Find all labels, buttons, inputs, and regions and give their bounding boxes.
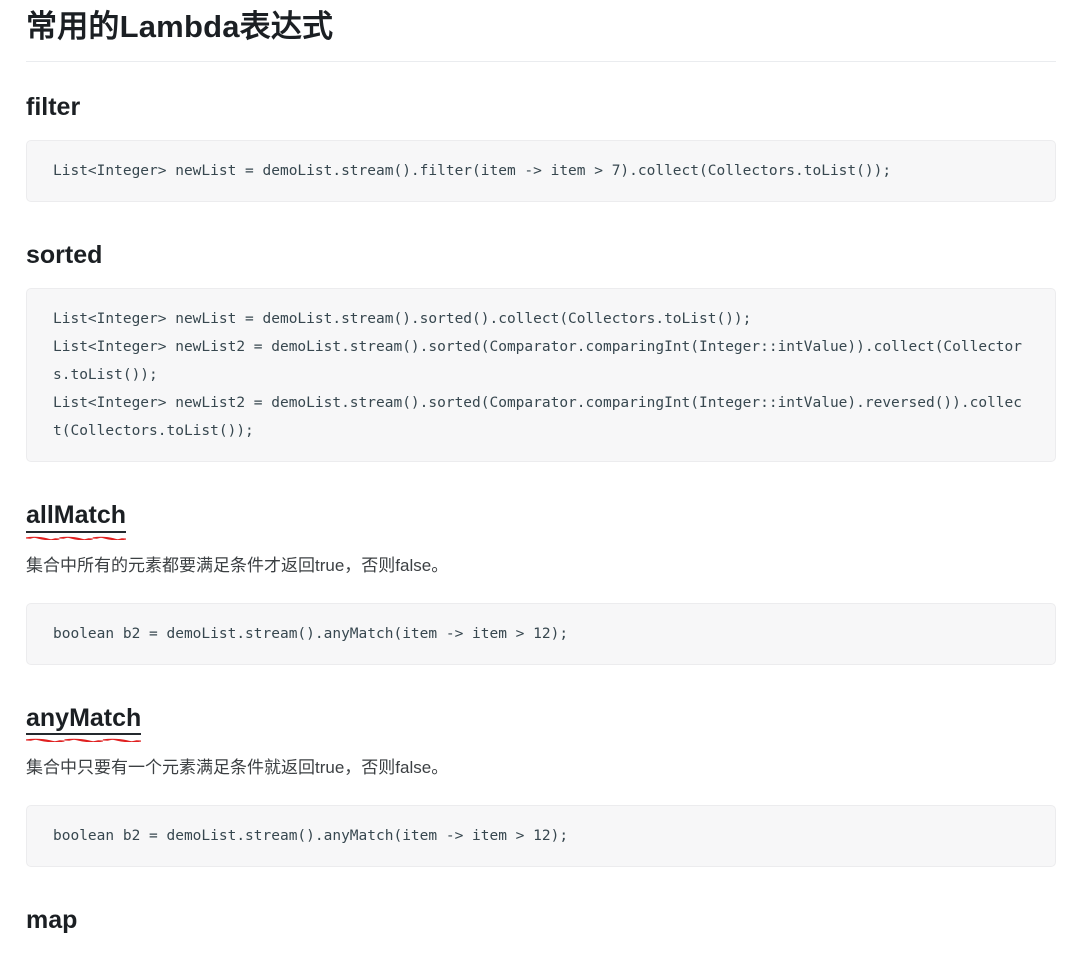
code-block[interactable]: List<Integer> newList = demoList.stream(… [26,140,1056,202]
section-filter: filter List<Integer> newList = demoList.s… [26,92,1056,202]
section-allmatch: allMatch 集合中所有的元素都要满足条件才返回true，否则false。 bo… [26,500,1056,665]
section-heading-anymatch: anyMatch [26,703,1056,742]
section-heading-label: allMatch [26,501,127,530]
section-heading-map: map [26,905,1056,936]
code-block[interactable]: boolean b2 = demoList.stream().anyMatch(… [26,805,1056,868]
document-page: 常用的Lambda表达式 filter List<Integer> newList… [0,0,1082,936]
section-heading-label: anyMatch [26,703,142,732]
section-anymatch: anyMatch 集合中只要有一个元素满足条件就返回true，否则false。 bo… [26,703,1056,868]
code-text: List<Integer> newList = demoList.stream(… [53,311,1023,440]
sections-container: filter List<Integer> newList = demoList.s… [26,92,1056,937]
page-title: 常用的Lambda表达式 [26,9,334,44]
spellcheck-squiggle-icon [26,534,127,540]
code-block[interactable]: boolean b2 = demoList.stream().anyMatch(… [26,602,1056,665]
spellcheck-squiggle-icon [26,736,142,742]
section-description: 集合中只要有一个元素满足条件就返回true，否则false。 [26,757,449,777]
section-heading-label: sorted [26,241,103,269]
section-heading-label: filter [26,92,81,121]
code-text: boolean b2 = demoList.stream().anyMatch(… [53,828,569,845]
section-sorted: sorted List<Integer> newList = demoList.s… [26,240,1056,463]
section-description: 集合中所有的元素都要满足条件才返回true，否则false。 [26,555,449,575]
section-heading-allmatch: allMatch [26,500,1056,540]
section-heading-filter: filter [26,92,1056,123]
section-heading-sorted: sorted [26,240,1056,271]
title-divider [26,60,1056,62]
heading-underline [26,732,142,735]
code-text: boolean b2 = demoList.stream().anyMatch(… [53,625,569,642]
section-heading-label: map [26,906,78,935]
underlined-heading-text: anyMatch [26,703,142,742]
section-map: map [26,905,1056,936]
code-block[interactable]: List<Integer> newList = demoList.stream(… [26,288,1056,463]
underlined-heading-text: allMatch [26,500,127,540]
heading-underline [26,530,127,533]
code-text: List<Integer> newList = demoList.stream(… [53,163,892,179]
